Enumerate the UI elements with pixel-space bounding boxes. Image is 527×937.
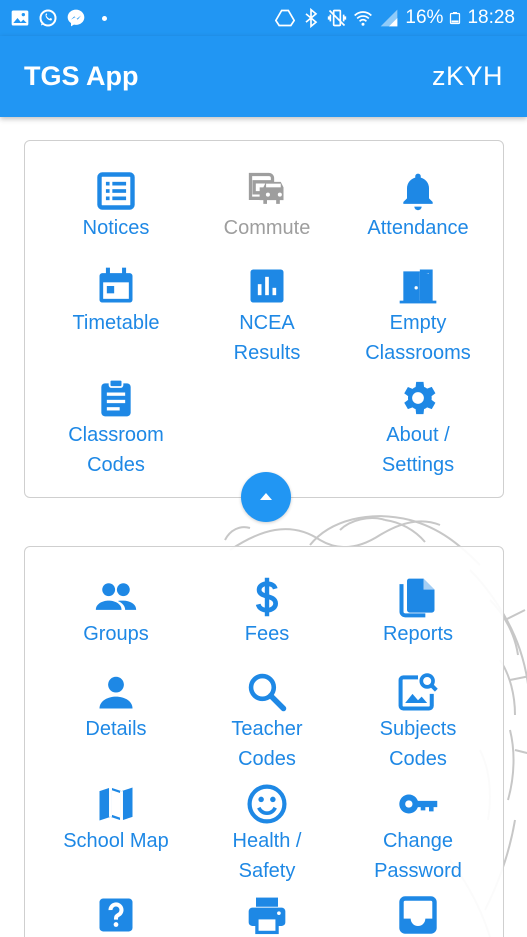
tile-label: Attendance [367,217,469,239]
tile-label: Health / Safety [232,830,302,882]
tile-label: Classroom Codes [68,424,164,476]
image-icon [11,10,29,26]
copy-file-icon [399,578,435,618]
battery-percent: 16% [405,7,444,28]
battery-icon [450,12,461,25]
tile-label: Details [85,718,147,740]
drive-icon [275,9,296,27]
tile-label: Commute [223,217,311,239]
tile-label: Teacher Codes [231,718,303,770]
smiley-icon [247,784,287,824]
tile-label: Notices [82,217,150,239]
tile-label: School Map [63,830,169,852]
tile-health-safety[interactable]: Health / Safety [192,782,342,886]
tile-teacher-codes[interactable]: Teacher Codes [192,670,342,774]
tile-about-settings[interactable]: About / Settings [343,376,493,480]
tile-help[interactable] [41,893,191,937]
tile-notices[interactable]: Notices [41,169,191,243]
tile-label: Fees [244,623,290,645]
main-menu-card: Notices Commute Attendance Timetable NCE… [24,140,504,498]
key-icon [399,794,438,814]
printer-icon [248,897,286,935]
tile-groups[interactable]: Groups [41,575,191,649]
collapse-button[interactable] [241,472,291,522]
signal-icon [381,9,398,27]
tile-classroom-codes[interactable]: Classroom Codes [41,376,191,480]
tile-school-map[interactable]: School Map [41,782,191,856]
vibrate-icon [328,9,347,27]
tile-ncea-results[interactable]: NCEA Results [192,264,342,368]
person-icon [99,676,133,709]
status-bar: 16% 18:28 [0,0,527,36]
app-bar: TGS App zKYH [0,36,527,117]
tile-change-password[interactable]: Change Password [343,782,493,886]
whatsapp-icon [39,9,57,27]
tile-label: Reports [382,623,454,645]
status-right-icons: 16% 18:28 [275,7,515,29]
clipboard-icon [101,378,131,417]
tile-commute[interactable]: Commute [192,169,342,243]
door-icon [399,269,437,304]
triangle-up-icon [260,493,272,500]
status-left-icons [10,8,107,28]
secondary-menu-card: Groups Fees Reports Details Teacher Code… [24,546,504,937]
wifi-icon [354,11,373,26]
app-title: TGS App [24,61,139,91]
bar-chart-icon [250,269,284,303]
tile-fees[interactable]: Fees [192,575,342,649]
tile-label: Subjects Codes [379,718,457,770]
tile-print[interactable] [192,893,342,937]
people-icon [95,583,137,610]
tile-label: About / Settings [381,424,455,476]
tile-empty-classrooms[interactable]: Empty Classrooms [343,264,493,368]
messenger-icon [67,9,85,27]
tile-reports[interactable]: Reports [343,575,493,649]
tile-label: Timetable [72,312,160,334]
commute-icon [248,172,284,204]
notices-icon [97,172,135,210]
clock: 18:28 [467,7,515,28]
dollar-icon [255,577,279,617]
tile-attendance[interactable]: Attendance [343,169,493,243]
inbox-icon [399,896,437,934]
tile-inbox[interactable] [343,893,493,937]
tile-label: Empty Classrooms [365,312,471,364]
bluetooth-icon [305,8,318,28]
tile-label: Groups [83,623,149,645]
tile-details[interactable]: Details [41,670,191,744]
tile-subjects-codes[interactable]: Subjects Codes [343,670,493,774]
tile-label: Change Password [374,830,462,882]
image-search-icon [398,673,438,711]
tile-label: NCEA Results [233,312,301,364]
user-code[interactable]: zKYH [432,61,503,92]
bell-icon [403,173,433,211]
notification-dot [102,15,107,21]
map-icon [99,787,133,821]
calendar-icon [99,267,133,303]
help-icon [99,898,133,932]
gear-icon [404,381,436,415]
search-icon [248,673,287,712]
tile-timetable[interactable]: Timetable [41,264,191,338]
